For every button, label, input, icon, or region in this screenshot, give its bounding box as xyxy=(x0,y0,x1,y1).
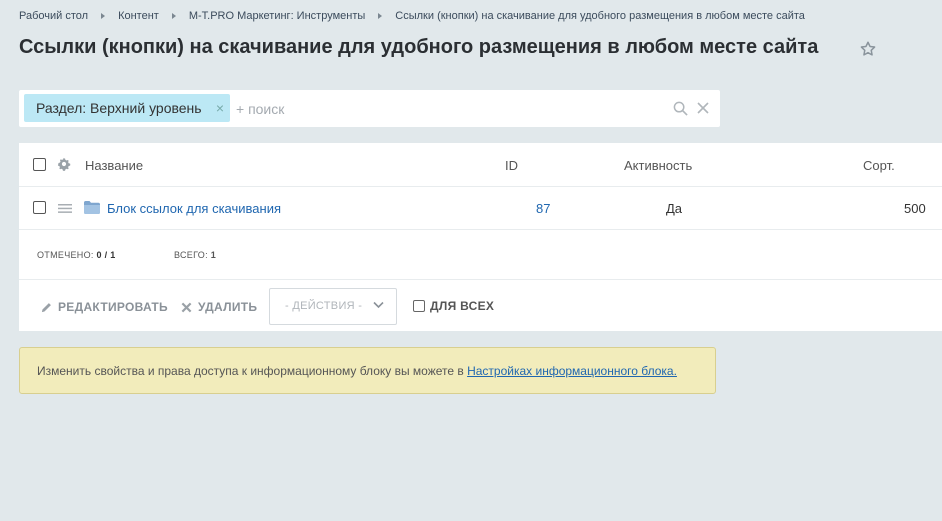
breadcrumb-separator-icon xyxy=(378,13,383,19)
for-all-checkbox[interactable] xyxy=(413,300,425,312)
breadcrumb-separator-icon xyxy=(171,13,176,19)
action-panel: РЕДАКТИРОВАТЬ УДАЛИТЬ - ДЕЙСТВИЯ - ДЛЯ В… xyxy=(19,279,942,332)
column-header-id[interactable]: ID xyxy=(505,158,518,173)
filter-tag-close-icon[interactable]: × xyxy=(216,100,224,116)
column-header-sort[interactable]: Сорт. xyxy=(863,158,895,173)
clear-icon[interactable] xyxy=(696,101,710,115)
delete-icon xyxy=(181,302,192,312)
column-header-name[interactable]: Название xyxy=(85,158,143,173)
page-title: Ссылки (кнопки) на скачивание для удобно… xyxy=(19,36,819,58)
notice-message: Изменить свойства и права доступа к инфо… xyxy=(37,364,468,378)
row-sort: 500 xyxy=(904,201,926,216)
drag-handle-icon[interactable] xyxy=(58,204,72,213)
breadcrumb: Рабочий стол Контент M-T.PRO Маркетинг: … xyxy=(19,10,805,22)
edit-button[interactable]: РЕДАКТИРОВАТЬ xyxy=(41,300,168,314)
row-name-link[interactable]: Блок ссылок для скачивания xyxy=(107,201,281,216)
delete-button[interactable]: УДАЛИТЬ xyxy=(181,300,257,314)
filter-tag-label: Раздел: Верхний уровень xyxy=(36,100,202,116)
folder-icon xyxy=(84,201,100,214)
filter-search-bar[interactable]: Раздел: Верхний уровень × + поиск xyxy=(19,90,720,127)
column-header-active[interactable]: Активность xyxy=(624,158,692,173)
for-all-label[interactable]: ДЛЯ ВСЕХ xyxy=(430,299,494,313)
actions-dropdown[interactable]: - ДЕЙСТВИЯ - xyxy=(269,288,397,325)
table-row[interactable]: Блок ссылок для скачивания 87 Да 500 xyxy=(19,187,942,230)
row-checkbox[interactable] xyxy=(33,201,46,214)
info-notice: Изменить свойства и права доступа к инфо… xyxy=(19,347,716,394)
breadcrumb-item-content[interactable]: Контент xyxy=(118,10,159,22)
actions-dropdown-label: - ДЕЙСТВИЯ - xyxy=(285,300,363,312)
total-counter-value: 1 xyxy=(210,250,217,260)
total-counter: ВСЕГО: 1 xyxy=(174,250,216,260)
filter-tag-section[interactable]: Раздел: Верхний уровень × xyxy=(24,94,230,122)
selected-counter-label: ОТМЕЧЕНО: xyxy=(37,250,94,260)
notice-settings-link[interactable]: Настройках информационного блока. xyxy=(467,364,677,378)
notice-text: Изменить свойства и права доступа к инфо… xyxy=(37,364,677,378)
breadcrumb-separator-icon xyxy=(101,13,106,19)
row-active: Да xyxy=(666,201,683,216)
search-input[interactable]: + поиск xyxy=(236,101,284,117)
delete-button-label: УДАЛИТЬ xyxy=(198,300,258,314)
search-icon[interactable] xyxy=(673,101,688,116)
breadcrumb-item-desktop[interactable]: Рабочий стол xyxy=(19,10,88,22)
selected-counter: ОТМЕЧЕНО: 0 / 1 xyxy=(37,250,116,260)
gear-icon[interactable] xyxy=(57,157,71,171)
pencil-icon xyxy=(41,302,51,312)
total-counter-label: ВСЕГО: xyxy=(174,250,208,260)
row-id[interactable]: 87 xyxy=(536,201,550,216)
breadcrumb-item-current[interactable]: Ссылки (кнопки) на скачивание для удобно… xyxy=(395,10,805,22)
chevron-down-icon xyxy=(373,301,384,309)
select-all-checkbox[interactable] xyxy=(33,158,46,171)
breadcrumb-item-marketing[interactable]: M-T.PRO Маркетинг: Инструменты xyxy=(189,10,365,22)
data-grid: Название ID Активность Сорт. Блок ссылок… xyxy=(19,143,942,331)
star-icon[interactable] xyxy=(859,40,877,58)
selected-counter-value: 0 / 1 xyxy=(96,250,116,260)
edit-button-label: РЕДАКТИРОВАТЬ xyxy=(58,300,168,314)
grid-header: Название ID Активность Сорт. xyxy=(19,143,942,187)
